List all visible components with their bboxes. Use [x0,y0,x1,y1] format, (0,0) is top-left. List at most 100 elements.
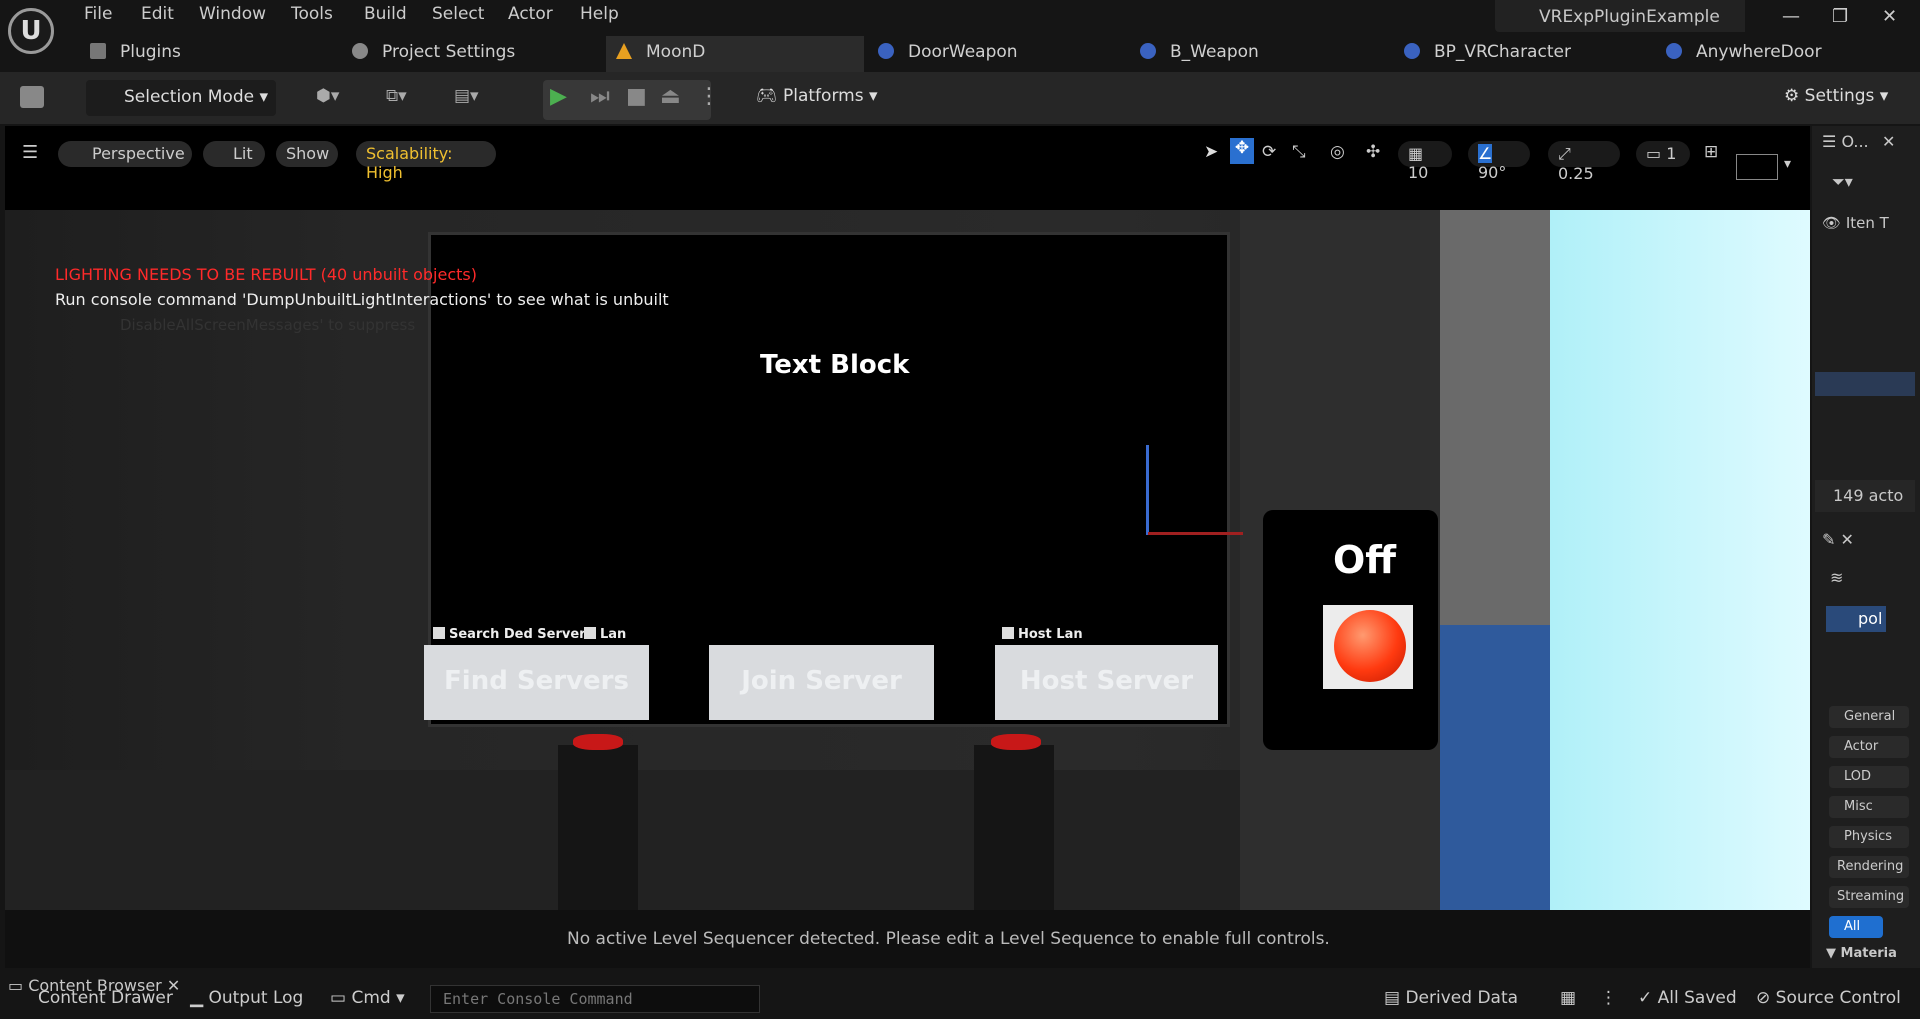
lit-button[interactable]: Lit [203,141,265,167]
more-icon[interactable]: ⋮ [1600,988,1617,1008]
platforms-label: Platforms [783,86,864,106]
output-log-button[interactable]: ▁ Output Log [190,988,303,1008]
tab-label: BP_VRCharacter [1434,42,1571,62]
cinematics-icon[interactable]: ▤▾ [454,86,494,110]
grid-snap-button[interactable]: ▦ 10 [1398,141,1452,182]
host-server-button[interactable]: Host Server [995,645,1218,720]
chevron-down-icon[interactable]: ▾ [1784,156,1791,172]
blueprint-icon [1140,43,1156,59]
camera-speed-value: 1 [1666,144,1677,163]
source-control-button[interactable]: ⊘ Source Control [1756,988,1901,1008]
main-toolbar [0,72,1920,124]
show-button[interactable]: Show [276,141,338,167]
material-section[interactable]: ▼ Materia [1826,946,1897,961]
gizmo-x-axis[interactable] [1148,532,1243,535]
gear-icon [352,43,368,59]
find-servers-button[interactable]: Find Servers [424,645,649,720]
layout-icon[interactable]: ⊞ [1704,142,1718,162]
project-name: VRExpPluginExample [1495,0,1745,32]
outliner-tab[interactable]: ☰ O... [1822,132,1869,151]
camera-speed-button[interactable]: ▭ 1 [1636,141,1690,167]
menu-edit[interactable]: Edit [141,4,174,24]
category-physics[interactable]: Physics [1829,826,1909,848]
tab-project-settings[interactable]: Project Settings [352,36,602,72]
tab-bp-vrcharacter[interactable]: BP_VRCharacter [1404,36,1654,72]
gizmo-z-axis[interactable] [1146,445,1149,535]
layers-icon[interactable]: ≋ [1830,568,1843,587]
tab-plugins[interactable]: Plugins [90,36,340,72]
restore-icon[interactable]: ❐ [1832,6,1848,27]
scale-snap-button[interactable]: ⤢ 0.25 [1548,141,1620,183]
add-actor-icon[interactable]: ⬢▾ [316,86,356,110]
category-actor[interactable]: Actor [1829,736,1909,758]
surface-snap-icon[interactable]: ✣ [1366,142,1380,162]
world-space-icon[interactable]: ◎ [1330,142,1345,162]
step-icon[interactable]: ⏭ [590,84,610,109]
blueprint-menu-icon[interactable]: ⧉▾ [386,86,426,110]
cmd-dropdown[interactable]: ▭ Cmd ▾ [330,988,405,1008]
tab-anywheredoor[interactable]: AnywhereDoor [1666,36,1916,72]
search-ded-label: Search Ded Servers [449,627,594,642]
settings-dropdown[interactable]: ⚙ Settings ▾ [1784,86,1888,106]
close-window-icon[interactable]: ✕ [1882,6,1897,27]
outliner-selected-row[interactable] [1815,372,1915,396]
unreal-logo-icon[interactable]: U [8,8,54,54]
platforms-dropdown[interactable]: 🎮︎ Platforms ▾ [756,86,878,106]
category-misc[interactable]: Misc [1829,796,1909,818]
host-lan-checkbox[interactable]: Host Lan [1002,627,1083,642]
scale-tool-icon[interactable]: ⤡ [1292,142,1306,162]
lan-checkbox[interactable]: Lan [584,627,626,642]
menu-select[interactable]: Select [432,4,484,24]
angle-snap-button[interactable]: ∠ 90° [1468,141,1530,182]
all-saved-button[interactable]: ✓ All Saved [1638,988,1737,1008]
blueprint-icon [1666,43,1682,59]
tab-moond[interactable]: MoonD [606,36,864,72]
scalability-button[interactable]: Scalability: High [356,141,496,182]
more-options-icon[interactable]: ⋮ [698,84,720,109]
tab-doorweapon[interactable]: DoorWeapon [878,36,1128,72]
derived-data-button[interactable]: ▤ Derived Data [1384,988,1518,1008]
layer-item[interactable]: pol [1826,606,1886,632]
minimize-icon[interactable]: — [1782,6,1800,27]
select-tool-icon[interactable]: ➤ [1204,142,1218,162]
menu-actor[interactable]: Actor [508,4,553,24]
actor-count: 149 acto [1815,480,1915,512]
selection-mode-dropdown[interactable]: Selection Mode ▾ [86,80,276,116]
menu-tools[interactable]: Tools [291,4,333,24]
details-icon[interactable]: ✎ ✕ [1822,530,1854,549]
translate-tool-icon[interactable]: ✥ [1230,138,1254,164]
category-lod[interactable]: LOD [1829,766,1909,788]
tab-label: MoonD [646,42,706,62]
category-all[interactable]: All [1829,916,1883,938]
category-streaming[interactable]: Streaming [1829,886,1909,908]
derived-data-icon: ▤ [1384,988,1406,1008]
tab-label: B_Weapon [1170,42,1259,62]
menu-file[interactable]: File [84,4,112,24]
show-label: Show [286,144,330,163]
menu-build[interactable]: Build [364,4,407,24]
search-ded-servers-checkbox[interactable]: Search Ded Servers [433,627,593,642]
menu-help[interactable]: Help [580,4,619,24]
perspective-button[interactable]: Perspective [58,141,192,167]
play-icon[interactable]: ▶ [550,84,567,109]
close-icon[interactable]: ✕ [1882,132,1895,151]
rotate-tool-icon[interactable]: ⟳ [1262,142,1276,162]
stats-icon[interactable]: ▦ [1560,988,1576,1008]
category-general[interactable]: General [1829,706,1909,728]
red-power-button[interactable] [1334,610,1406,682]
category-rendering[interactable]: Rendering [1829,856,1909,878]
console-input[interactable]: Enter Console Command [430,985,760,1013]
viewport-toolbar [5,126,1810,210]
content-drawer-button[interactable]: Content Drawer [38,988,173,1008]
lit-label: Lit [233,144,253,163]
stop-icon[interactable]: ■ [626,84,647,109]
join-server-button[interactable]: Join Server [709,645,934,720]
tab-b-weapon[interactable]: B_Weapon [1140,36,1390,72]
eject-icon[interactable]: ⏏ [660,84,681,109]
filter-icon[interactable]: ⏷▾ [1832,172,1853,192]
viewport-layout-icon[interactable] [1736,154,1778,180]
viewport-menu-icon[interactable]: ☰ [22,142,38,163]
menu-window[interactable]: Window [199,4,266,24]
save-icon[interactable] [20,86,44,108]
grid-snap-value: 10 [1408,163,1429,182]
